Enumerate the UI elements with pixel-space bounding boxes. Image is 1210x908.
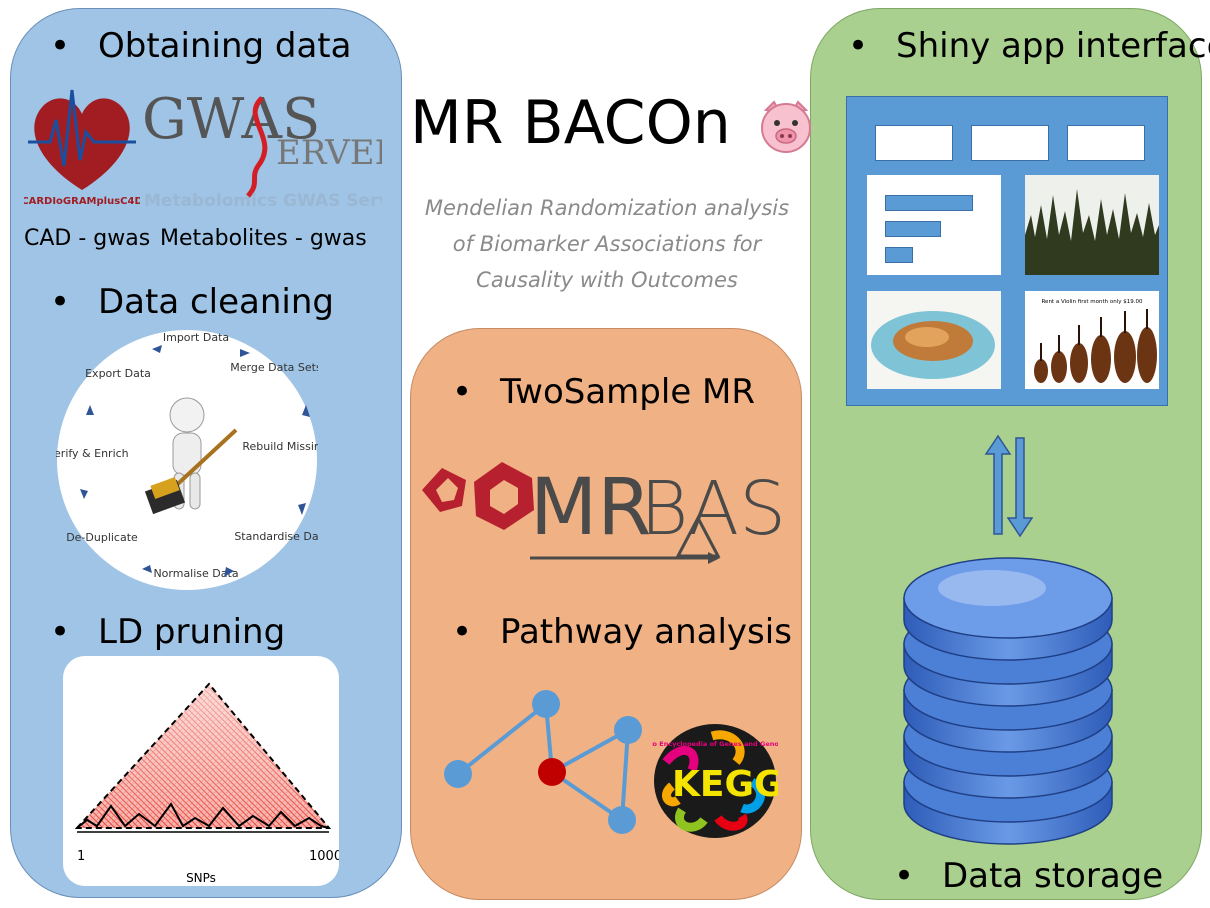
svg-text:MR: MR — [530, 463, 652, 553]
cycle-step-import: Import Data — [163, 331, 229, 344]
bullet-data-storage: • Data storage — [894, 856, 1164, 896]
app-tab-1[interactable] — [875, 125, 953, 161]
data-cleaning-cycle: Import Data Merge Data Sets Rebuild Miss… — [56, 330, 318, 590]
bullet-data-cleaning: • Data cleaning — [50, 282, 335, 322]
page-title: MR BACOn — [410, 88, 811, 158]
cycle-step-verify: Verify & Enrich — [56, 447, 129, 460]
shiny-app-mockup: Rent a Violin first month only $19.00 — [846, 96, 1168, 406]
svg-text:BASE: BASE — [640, 466, 784, 552]
bullet-twosample-mr: • TwoSample MR — [452, 372, 755, 412]
gwas-server-logo: GWAS ERVER Metabolomics GWAS Server — [142, 87, 382, 210]
bullet-pathway-analysis: • Pathway analysis — [452, 612, 792, 652]
svg-text:Kyoto Encyclopedia of Genes an: Kyoto Encyclopedia of Genes and Genomes — [652, 740, 778, 748]
metabolites-gwas-caption: Metabolites - gwas — [160, 226, 367, 251]
sync-arrows-icon — [984, 434, 1034, 538]
cycle-step-merge: Merge Data Sets — [230, 361, 318, 374]
mini-bar — [885, 221, 941, 237]
mini-bar — [885, 195, 973, 211]
svg-text:KEGG: KEGG — [672, 764, 778, 805]
app-violin-ad-image: Rent a Violin first month only $19.00 — [1025, 291, 1159, 389]
svg-text:Metabolomics GWAS Server: Metabolomics GWAS Server — [144, 191, 382, 210]
violin-ad-text: Rent a Violin first month only $19.00 — [1041, 299, 1143, 305]
page-subtitle: Mendelian Randomization analysis of Biom… — [424, 196, 790, 292]
cycle-step-standardise: Standardise Data — [234, 530, 318, 543]
pig-icon — [760, 100, 811, 154]
bullet-ld-pruning: • LD pruning — [50, 612, 286, 652]
pathway-network-diagram — [444, 690, 642, 834]
mini-bar — [885, 247, 913, 263]
ld-x-label: SNPs — [186, 871, 216, 885]
app-bar-chart-panel — [867, 175, 1001, 275]
svg-text:ERVER: ERVER — [276, 133, 382, 173]
cad-gwas-caption: CAD - gwas — [24, 226, 151, 251]
cycle-step-rebuild: Rebuild Missing Data — [242, 440, 318, 453]
cardiogram-label: CARDIoGRAMplusC4D — [24, 196, 140, 207]
bullet-shiny-app-interface: • Shiny app interface — [848, 26, 1210, 66]
ld-x-end: 1000 — [309, 849, 339, 864]
app-tab-3[interactable] — [1067, 125, 1145, 161]
database-icon — [903, 557, 1113, 845]
ld-x-start: 1 — [77, 849, 85, 864]
mrbase-logo: MR BASE — [422, 462, 784, 564]
app-tab-2[interactable] — [971, 125, 1049, 161]
bullet-obtaining-data: • Obtaining data — [50, 26, 352, 66]
app-food-image — [867, 291, 1001, 389]
cardiogram-logo: CARDIoGRAMplusC4D — [24, 89, 140, 207]
ld-heatmap-plot: 1 1000 SNPs — [63, 656, 339, 886]
kegg-logo: KEGG Kyoto Encyclopedia of Genes and Gen… — [652, 724, 778, 838]
cycle-step-deduplicate: De-Duplicate — [66, 531, 138, 544]
cycle-step-export: Export Data — [85, 367, 151, 380]
app-forest-image — [1025, 175, 1159, 275]
